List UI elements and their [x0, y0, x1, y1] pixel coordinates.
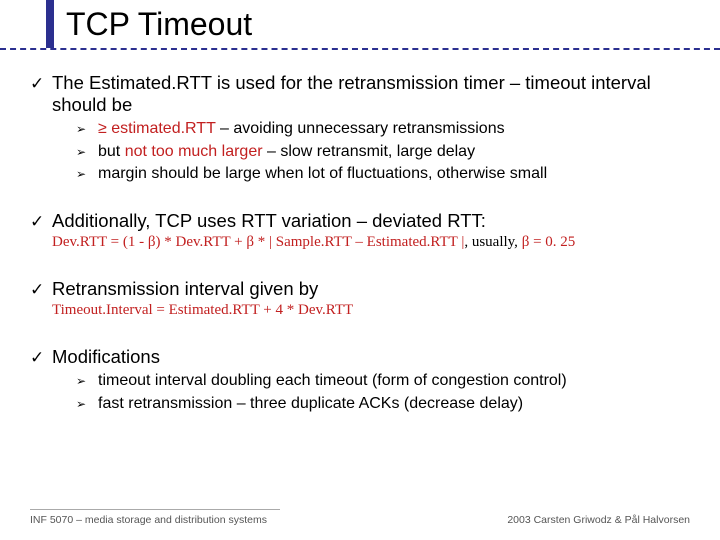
emphasis: ≥ estimated.RTT — [98, 120, 216, 137]
bullet-1-sub-2-text: but not too much larger – slow retransmi… — [98, 143, 690, 162]
footer-divider — [30, 509, 280, 510]
bullet-4-sub-2: ➢ fast retransmission – three duplicate … — [76, 395, 690, 414]
bullet-4-sub-2-text: fast retransmission – three duplicate AC… — [98, 395, 690, 414]
footer-right: 2003 Carsten Griwodz & Pål Halvorsen — [507, 514, 690, 526]
slide: TCP Timeout ✓ The Estimated.RTT is used … — [0, 0, 720, 540]
footer-left: INF 5070 – media storage and distributio… — [30, 514, 267, 526]
bullet-1-sub-1-text: ≥ estimated.RTT – avoiding unnecessary r… — [98, 120, 690, 139]
slide-title: TCP Timeout — [66, 6, 720, 43]
emphasis: not too much larger — [125, 143, 263, 160]
check-icon: ✓ — [30, 212, 52, 232]
bullet-4-sub-1-text: timeout interval doubling each timeout (… — [98, 372, 690, 391]
arrow-icon: ➢ — [76, 145, 98, 159]
arrow-icon: ➢ — [76, 374, 98, 388]
bullet-1-sub-2: ➢ but not too much larger – slow retrans… — [76, 143, 690, 162]
bullet-2-text: Additionally, TCP uses RTT variation – d… — [52, 210, 690, 232]
bullet-2: ✓ Additionally, TCP uses RTT variation –… — [30, 210, 690, 232]
bullet-1: ✓ The Estimated.RTT is used for the retr… — [30, 72, 690, 116]
slide-body: ✓ The Estimated.RTT is used for the retr… — [30, 60, 690, 414]
bullet-2-formula: Dev.RTT = (1 - β) * Dev.RTT + β * | Samp… — [52, 234, 690, 252]
arrow-icon: ➢ — [76, 122, 98, 136]
check-icon: ✓ — [30, 74, 52, 94]
title-accent-bar — [46, 0, 54, 48]
bullet-3-text: Retransmission interval given by — [52, 278, 690, 300]
bullet-4-sub-1: ➢ timeout interval doubling each timeout… — [76, 372, 690, 391]
bullet-3-formula: Timeout.Interval = Estimated.RTT + 4 * D… — [52, 302, 690, 320]
bullet-4-text: Modifications — [52, 346, 690, 368]
footer: INF 5070 – media storage and distributio… — [30, 514, 690, 526]
arrow-icon: ➢ — [76, 167, 98, 181]
bullet-3: ✓ Retransmission interval given by — [30, 278, 690, 300]
bullet-1-sub-1: ➢ ≥ estimated.RTT – avoiding unnecessary… — [76, 120, 690, 139]
check-icon: ✓ — [30, 348, 52, 368]
bullet-1-sub-3-text: margin should be large when lot of fluct… — [98, 165, 690, 184]
formula-red: β = 0. 25 — [522, 234, 576, 250]
bullet-1-text: The Estimated.RTT is used for the retran… — [52, 72, 690, 116]
bullet-1-sub-3: ➢ margin should be large when lot of flu… — [76, 165, 690, 184]
bullet-4: ✓ Modifications — [30, 346, 690, 368]
formula-red: Dev.RTT = (1 - β) * Dev.RTT + β * | Samp… — [52, 234, 464, 250]
title-area: TCP Timeout — [0, 0, 720, 43]
check-icon: ✓ — [30, 280, 52, 300]
title-divider — [0, 48, 720, 50]
arrow-icon: ➢ — [76, 397, 98, 411]
